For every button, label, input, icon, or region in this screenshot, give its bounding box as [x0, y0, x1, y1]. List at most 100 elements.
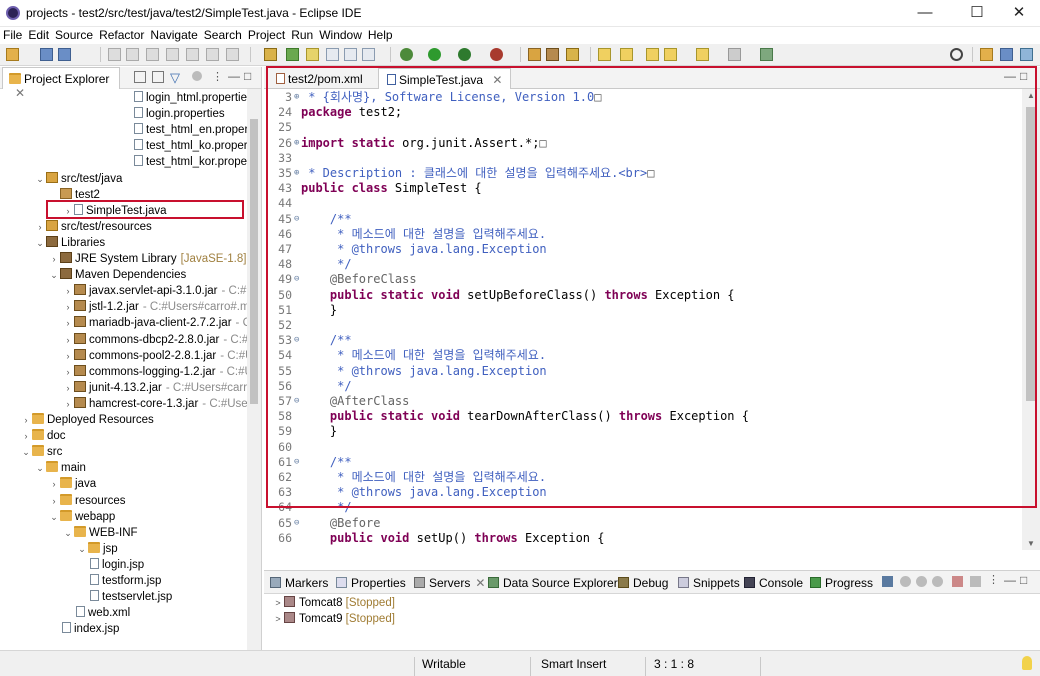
collapse-arrow-icon[interactable]: ⌄ [20, 444, 32, 460]
collapse-arrow-icon[interactable]: ⌄ [34, 235, 46, 251]
code-line[interactable]: 62 * 메소드에 대한 설명을 입력해주세요. [264, 470, 1004, 485]
expand-arrow-icon[interactable]: › [62, 203, 74, 219]
tree-item[interactable]: ⌄ src/test/java [34, 171, 122, 187]
tree-item[interactable]: ⌄ jsp [76, 541, 118, 557]
tree-item[interactable]: test_html_kor.proper [134, 154, 247, 170]
menu-refactor[interactable]: Refactor [96, 27, 147, 44]
tip-bulb-icon[interactable] [1022, 656, 1032, 670]
tree-item[interactable]: test_html_en.propert [134, 122, 247, 138]
expand-arrow-icon[interactable]: › [62, 364, 74, 380]
tree-item[interactable]: › SimpleTest.java [62, 203, 167, 219]
tree-scrollbar[interactable] [247, 89, 261, 650]
profile-server-icon[interactable] [932, 576, 943, 587]
terminate-icon[interactable] [166, 48, 179, 61]
collapse-arrow-icon[interactable]: ⌄ [62, 525, 74, 541]
code-line[interactable]: 47 * @throws java.lang.Exception [264, 242, 1004, 257]
toggle-word-wrap-icon[interactable] [362, 48, 375, 61]
code-line[interactable]: 65 ⊖ @Before [264, 516, 1004, 531]
expand-arrow-icon[interactable]: › [34, 219, 46, 235]
code-line[interactable]: 25 [264, 120, 1004, 135]
expand-arrow-icon[interactable]: > [272, 611, 284, 627]
code-line[interactable]: 43 public class SimpleTest { [264, 181, 1004, 196]
tree-item[interactable]: › jstl-1.2.jar - C:#Users#carro#.m2 [62, 299, 247, 315]
maximize-view-icon[interactable]: □ [1020, 573, 1027, 587]
next-annotation-icon[interactable] [598, 48, 611, 61]
menu-source[interactable]: Source [52, 27, 96, 44]
expand-fold-icon[interactable]: ⊕ [294, 136, 299, 151]
tree-item[interactable]: › Deployed Resources [20, 412, 154, 428]
view-menu-icon[interactable]: ⋮ [988, 573, 999, 586]
code-line[interactable]: 3 ⊕ * {회사명}, Software License, Version 1.… [264, 90, 1004, 105]
suspend-icon[interactable] [146, 48, 159, 61]
tab-markers[interactable]: Markers [270, 576, 328, 590]
collapse-fold-icon[interactable]: ⊖ [294, 333, 299, 348]
tree-item[interactable]: ⌄ WEB-INF [62, 525, 138, 541]
editor-scrollbar[interactable]: ▲ ▼ [1022, 89, 1040, 550]
external-tools-icon[interactable] [490, 48, 503, 61]
close-icon[interactable]: ✕ [492, 73, 502, 87]
tree-item[interactable]: › commons-logging-1.2.jar- C:#U [62, 364, 247, 380]
code-line[interactable]: 44 [264, 196, 1004, 211]
new-server-icon[interactable] [882, 576, 893, 587]
back-icon[interactable] [664, 48, 677, 61]
code-line[interactable]: 50 public static void setUpBeforeClass()… [264, 288, 1004, 303]
expand-fold-icon[interactable]: ⊕ [294, 166, 299, 181]
tree-scrollbar-thumb[interactable] [250, 119, 258, 404]
tree-item[interactable]: test2 [48, 187, 100, 203]
forward-disabled-icon[interactable] [728, 48, 741, 61]
code-line[interactable]: 59 } [264, 424, 1004, 439]
code-line[interactable]: 64 */ [264, 500, 1004, 515]
tree-item[interactable]: login.properties [134, 106, 225, 122]
tree-item[interactable]: › commons-dbcp2-2.8.0.jar- C:#U [62, 332, 247, 348]
show-whitespace-icon[interactable] [344, 48, 357, 61]
minimize-view-icon[interactable]: — [228, 69, 240, 83]
tree-item[interactable]: › hamcrest-core-1.3.jar- C:#Users [62, 396, 247, 412]
tree-item[interactable]: › resources [48, 493, 126, 509]
link-with-editor-icon[interactable] [152, 71, 164, 83]
collapse-arrow-icon[interactable]: ⌄ [34, 171, 46, 187]
start-server-icon[interactable] [916, 576, 927, 587]
expand-arrow-icon[interactable]: › [48, 251, 60, 267]
menu-file[interactable]: File [0, 27, 25, 44]
tree-item[interactable]: login.jsp [90, 557, 144, 573]
collapse-fold-icon[interactable]: ⊖ [294, 394, 299, 409]
expand-arrow-icon[interactable]: › [62, 332, 74, 348]
tree-item[interactable]: ⌄ webapp [48, 509, 115, 525]
tab-pom-xml[interactable]: test2/pom.xml [268, 68, 371, 89]
tree-item[interactable]: index.jsp [62, 621, 119, 637]
tree-item[interactable]: ⌄ Maven Dependencies [48, 267, 186, 283]
debug-server-icon[interactable] [900, 576, 911, 587]
scroll-down-icon[interactable]: ▼ [1027, 539, 1035, 548]
menu-navigate[interactable]: Navigate [147, 27, 200, 44]
menu-run[interactable]: Run [288, 27, 316, 44]
publish-icon[interactable] [970, 576, 981, 587]
step-over-icon[interactable] [226, 48, 239, 61]
collapse-fold-icon[interactable]: ⊖ [294, 272, 299, 287]
code-line[interactable]: 54 * 메소드에 대한 설명을 입력해주세요. [264, 348, 1004, 363]
tree-item[interactable]: test_html_ko.propert [134, 138, 247, 154]
disconnect-icon[interactable] [186, 48, 199, 61]
code-line[interactable]: 49 ⊖ @BeforeClass [264, 272, 1004, 287]
tree-item[interactable]: testservlet.jsp [90, 589, 172, 605]
expand-arrow-icon[interactable]: › [62, 315, 74, 331]
tab-properties[interactable]: Properties [336, 576, 406, 590]
minimize-button[interactable]: — [902, 0, 948, 27]
block-select-icon[interactable] [326, 48, 339, 61]
collapse-fold-icon[interactable]: ⊖ [294, 516, 299, 531]
collapse-arrow-icon[interactable]: ⌄ [34, 460, 46, 476]
code-line[interactable]: 24 package test2; [264, 105, 1004, 120]
expand-arrow-icon[interactable]: › [20, 412, 32, 428]
tree-item[interactable]: › src/test/resources [34, 219, 152, 235]
view-menu-icon[interactable]: ⋮ [212, 70, 223, 83]
tab-debug[interactable]: Debug [618, 576, 668, 590]
resume-icon[interactable] [126, 48, 139, 61]
minimize-view-icon[interactable]: — [1004, 573, 1016, 587]
expand-arrow-icon[interactable]: › [62, 396, 74, 412]
tree-item[interactable]: › doc [20, 428, 66, 444]
skip-breakpoints-icon[interactable] [108, 48, 121, 61]
code-line[interactable]: 61 ⊖ /** [264, 455, 1004, 470]
editor-scrollbar-thumb[interactable] [1026, 107, 1036, 401]
tree-item[interactable]: ⌄ Libraries [34, 235, 105, 251]
expand-arrow-icon[interactable]: > [272, 595, 284, 611]
code-line[interactable]: 35 ⊕ * Description : 클래스에 대한 설명을 입력해주세요.<… [264, 166, 1004, 181]
